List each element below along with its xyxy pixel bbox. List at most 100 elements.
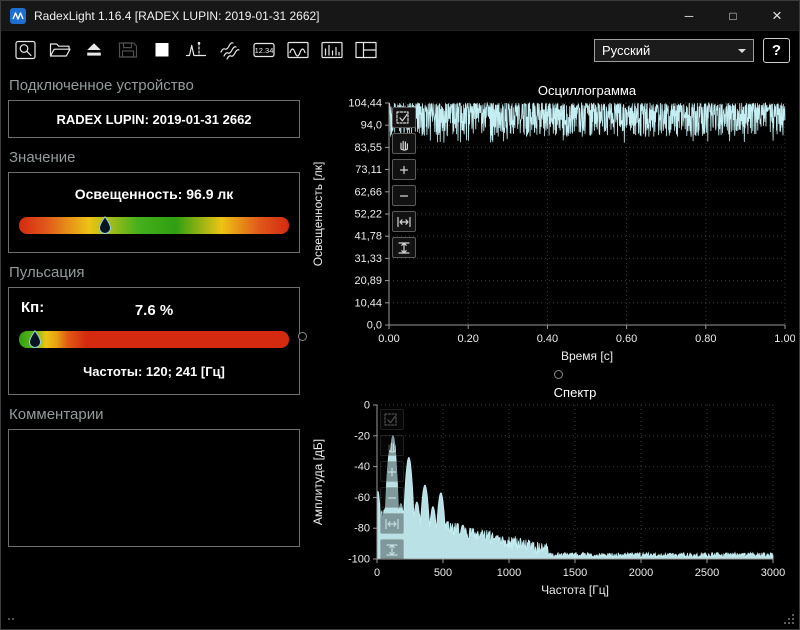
- oscillogram-plot: 0,0 10,44 20,89 31,33 41,78 52,22 62,66 73,11 83…: [311, 83, 795, 363]
- svg-text:104,44: 104,44: [348, 98, 382, 110]
- eject-icon: [86, 43, 101, 56]
- svg-text:Спектр: Спектр: [554, 385, 597, 400]
- fit-vertical-icon: [398, 241, 410, 254]
- plus-icon: [387, 467, 397, 476]
- chart-splitter-handle[interactable]: [554, 370, 563, 379]
- stop-button[interactable]: [146, 36, 177, 65]
- zoom-select-button[interactable]: [392, 107, 416, 128]
- pulsation-section-title: Пульсация: [9, 264, 85, 281]
- pan-button[interactable]: [392, 133, 416, 154]
- svg-text:12.34: 12.34: [254, 46, 273, 55]
- oscillogram-icon: [286, 41, 309, 59]
- zoom-out-button[interactable]: [392, 185, 416, 206]
- fit-horizontal-button[interactable]: [392, 211, 416, 232]
- illuminance-gradient-bar: [19, 217, 289, 234]
- svg-text:Осциллограмма: Осциллограмма: [538, 83, 637, 98]
- titlebar: RadexLight 1.16.4 [RADEX LUPIN: 2019-01-…: [1, 1, 799, 31]
- plus-icon: [399, 165, 409, 174]
- app-icon: [10, 7, 26, 24]
- svg-text:3000: 3000: [761, 567, 785, 579]
- pulsation-gradient-bar: [19, 331, 289, 348]
- language-value: Русский: [602, 42, 651, 58]
- svg-text:0: 0: [374, 567, 380, 579]
- svg-text:0.20: 0.20: [457, 333, 478, 345]
- fit-vertical-button[interactable]: [392, 237, 416, 258]
- numeric-view-button[interactable]: 12.34: [248, 36, 279, 65]
- digits-icon: 12.34: [252, 42, 275, 58]
- fit-vertical-button[interactable]: [380, 539, 404, 560]
- waveforms-icon: [219, 42, 240, 60]
- corner-dots: [8, 618, 14, 620]
- fit-vertical-icon: [386, 543, 398, 556]
- svg-text:0.40: 0.40: [537, 333, 558, 345]
- layout-view-button[interactable]: [350, 36, 381, 65]
- oscillogram-chart[interactable]: 0,0 10,44 20,89 31,33 41,78 52,22 62,66 73,11 83…: [309, 79, 795, 371]
- svg-text:Освещенность [лк]: Освещенность [лк]: [311, 162, 325, 267]
- svg-text:1000: 1000: [497, 567, 521, 579]
- svg-text:1500: 1500: [563, 567, 587, 579]
- device-name: RADEX LUPIN: 2019-01-31 2662: [8, 100, 300, 138]
- svg-text:2000: 2000: [629, 567, 653, 579]
- svg-text:41,78: 41,78: [354, 231, 382, 243]
- open-file-button[interactable]: [44, 36, 75, 65]
- svg-text:62,66: 62,66: [354, 186, 382, 198]
- svg-text:0: 0: [364, 400, 370, 412]
- svg-text:-100: -100: [348, 554, 370, 566]
- spectrum-chart[interactable]: 0 -20 -40 -60 -80 -100 0 500 1000 1500 2000 2500 300…: [309, 385, 795, 603]
- svg-text:Частота [Гц]: Частота [Гц]: [541, 583, 609, 597]
- layout-icon: [354, 41, 377, 59]
- help-button[interactable]: ?: [763, 37, 790, 63]
- spectrum-view-button[interactable]: [316, 36, 347, 65]
- svg-text:73,11: 73,11: [355, 164, 382, 176]
- stop-square-icon: [155, 43, 168, 57]
- svg-text:2500: 2500: [695, 567, 719, 579]
- pulsation-box: Кп: 7.6 % Частоты: 120; 241 [Гц]: [8, 287, 300, 395]
- window-title: RadexLight 1.16.4 [RADEX LUPIN: 2019-01-…: [34, 8, 320, 23]
- value-section-title: Значение: [9, 149, 76, 166]
- eject-button[interactable]: [78, 36, 109, 65]
- toolbar: 12.34 Русский ?: [1, 31, 799, 69]
- save-button[interactable]: [112, 36, 143, 65]
- magnifier-icon: [14, 40, 36, 60]
- window-controls: ─ □ ×: [667, 1, 799, 30]
- svg-text:0.00: 0.00: [378, 333, 399, 345]
- charts-panel: 0,0 10,44 20,89 31,33 41,78 52,22 62,66 73,11 83…: [307, 69, 795, 629]
- maximize-button[interactable]: □: [711, 1, 755, 30]
- spectrum-icon: [320, 41, 343, 59]
- panel-splitter-handle[interactable]: [298, 332, 307, 341]
- svg-text:31,33: 31,33: [354, 253, 382, 265]
- zoom-select-button[interactable]: [380, 409, 404, 430]
- value-box: Освещенность: 96.9 лк: [8, 172, 300, 253]
- close-button[interactable]: ×: [755, 1, 799, 30]
- device-section-title: Подключенное устройство: [9, 77, 194, 94]
- kp-row: Кп: 7.6 %: [19, 298, 289, 322]
- zoom-out-button[interactable]: [380, 487, 404, 508]
- zoom-in-button[interactable]: [392, 159, 416, 180]
- oscillogram-view-button[interactable]: [282, 36, 313, 65]
- hand-icon: [388, 442, 396, 453]
- frequencies: Частоты: 120; 241 [Гц]: [83, 364, 225, 379]
- kp-label: Кп:: [21, 299, 45, 316]
- language-select[interactable]: Русский: [594, 38, 754, 62]
- hand-icon: [400, 140, 408, 151]
- svg-text:0.80: 0.80: [695, 333, 716, 345]
- fit-horizontal-button[interactable]: [380, 513, 404, 534]
- continuous-measurement-button[interactable]: [214, 36, 245, 65]
- svg-text:Время [с]: Время [с]: [561, 349, 613, 363]
- svg-text:0,0: 0,0: [367, 320, 382, 332]
- single-measurement-button[interactable]: [180, 36, 211, 65]
- toolbar-right: Русский ?: [594, 37, 790, 63]
- fit-horizontal-icon: [397, 216, 411, 227]
- check-select-icon: [384, 412, 397, 426]
- floppy-icon: [118, 42, 137, 58]
- spectrum-tools: [380, 409, 404, 560]
- pan-button[interactable]: [380, 435, 404, 456]
- svg-text:1.00: 1.00: [774, 333, 795, 345]
- resize-grip[interactable]: [783, 613, 795, 625]
- comments-input[interactable]: [8, 429, 300, 547]
- search-device-button[interactable]: [10, 36, 41, 65]
- svg-text:500: 500: [434, 567, 452, 579]
- zoom-in-button[interactable]: [380, 461, 404, 482]
- svg-text:-20: -20: [354, 430, 370, 442]
- minimize-button[interactable]: ─: [667, 1, 711, 30]
